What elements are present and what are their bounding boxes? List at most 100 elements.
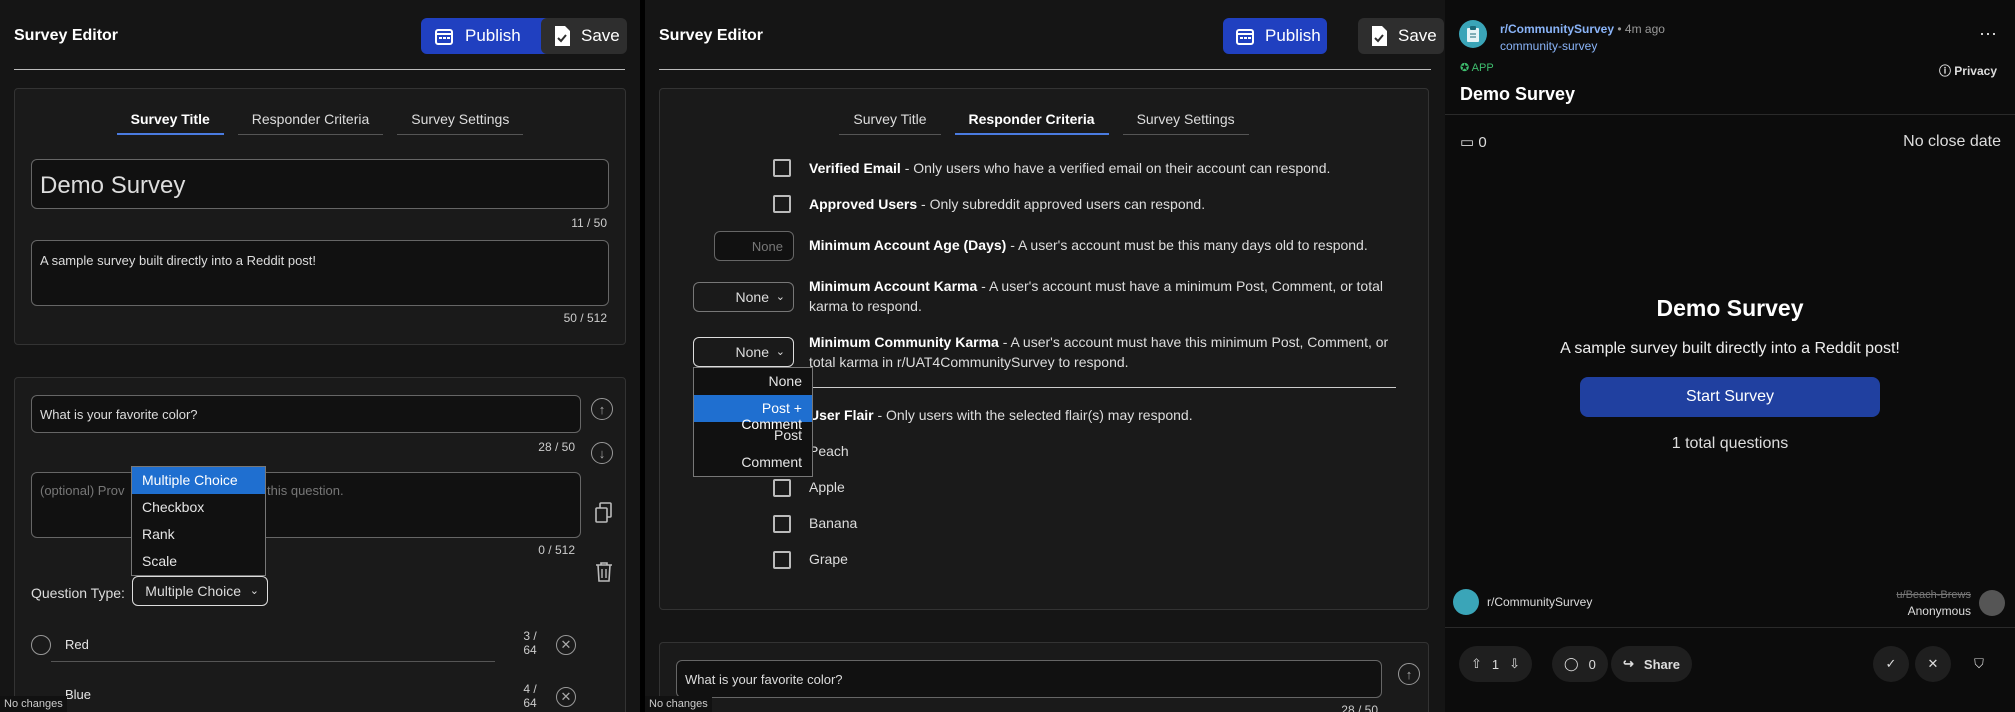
- save-button[interactable]: Save: [541, 18, 627, 54]
- dropdown-option-scale[interactable]: Scale: [132, 548, 265, 575]
- question-char-count: 28 / 50: [1341, 703, 1378, 712]
- question-text-input[interactable]: What is your favorite color?: [31, 395, 581, 433]
- question-type-select[interactable]: Multiple Choice ⌄: [132, 576, 268, 606]
- mod-shield-button[interactable]: ⛉: [1961, 646, 1997, 682]
- chevron-down-icon: ⌄: [775, 291, 785, 303]
- post-footer-divider: [1445, 627, 2015, 628]
- question-type-label: Question Type:: [31, 585, 125, 601]
- post-meta: r/CommunitySurvey • 4m ago: [1500, 22, 1665, 36]
- criteria-title: Approved Users: [809, 196, 918, 212]
- file-check-icon: [1370, 25, 1388, 47]
- survey-description-input[interactable]: A sample survey built directly into a Re…: [31, 240, 609, 306]
- save-button[interactable]: Save: [1358, 18, 1444, 54]
- app-badge-label: APP: [1471, 62, 1494, 74]
- checkmark-icon: ✓: [1885, 656, 1897, 671]
- option-input-red[interactable]: Red: [51, 628, 495, 662]
- trash-icon[interactable]: [593, 561, 615, 583]
- move-up-icon[interactable]: ↑: [1398, 663, 1420, 685]
- app-name-link[interactable]: community-survey: [1500, 39, 1597, 53]
- option-count-bottom: 64: [523, 643, 537, 657]
- criteria-text: - A user's account must be this many day…: [1006, 237, 1368, 253]
- comment-icon: ◯: [1564, 656, 1579, 671]
- question-description-placeholder-start: (optional) Prov: [40, 483, 125, 498]
- editor-title: Survey Editor: [659, 27, 764, 44]
- option-count-top: 4 /: [523, 682, 537, 696]
- criteria-divider: [809, 387, 1396, 388]
- dropdown-option-checkbox[interactable]: Checkbox: [132, 494, 265, 521]
- dropdown-option-post-comment[interactable]: Post + Comment: [694, 395, 812, 432]
- minimum-community-karma-select[interactable]: None ⌄: [693, 337, 794, 367]
- community-karma-dropdown: None Post + Comment Post Comment: [693, 367, 813, 477]
- privacy-link[interactable]: ⓘ Privacy: [1939, 62, 1997, 79]
- file-check-icon: [553, 25, 571, 47]
- remove-option-icon[interactable]: ✕: [556, 635, 576, 655]
- publish-label: Publish: [465, 26, 521, 45]
- minimum-account-karma-select[interactable]: None ⌄: [693, 282, 794, 312]
- subreddit-link[interactable]: r/CommunitySurvey: [1500, 22, 1614, 36]
- user-flair-description: User Flair - Only users with the selecte…: [809, 405, 1399, 425]
- flair-label-peach: Peach: [809, 443, 849, 459]
- approved-users-checkbox[interactable]: [773, 195, 791, 213]
- publish-button[interactable]: Publish: [1223, 18, 1327, 54]
- remove-button[interactable]: ✕: [1915, 646, 1951, 682]
- flair-checkbox-banana[interactable]: [773, 515, 791, 533]
- publish-label: Publish: [1265, 26, 1321, 45]
- survey-title-input[interactable]: Demo Survey: [31, 159, 609, 209]
- editor-header: Survey Editor Publish Save: [14, 18, 627, 54]
- verified-email-checkbox[interactable]: [773, 159, 791, 177]
- tab-survey-settings[interactable]: Survey Settings: [1122, 107, 1249, 135]
- downvote-icon[interactable]: ⇩: [1509, 656, 1520, 672]
- minimum-account-age-description: Minimum Account Age (Days) - A user's ac…: [809, 235, 1399, 255]
- select-value: None: [735, 344, 769, 360]
- footer-subreddit-avatar: [1453, 589, 1479, 615]
- flair-checkbox-apple[interactable]: [773, 479, 791, 497]
- remove-option-icon[interactable]: ✕: [556, 687, 576, 707]
- save-label: Save: [1398, 26, 1437, 45]
- dropdown-option-comment[interactable]: Comment: [694, 449, 812, 476]
- option-input-blue[interactable]: Blue: [51, 682, 495, 707]
- post-header-divider: [1445, 114, 2015, 115]
- chevron-down-icon: ⌄: [775, 346, 785, 358]
- option-radio-icon: [31, 635, 51, 655]
- move-down-icon[interactable]: ↓: [591, 442, 613, 464]
- question-description-input[interactable]: (optional) Prov this question.: [31, 472, 581, 538]
- more-options-icon[interactable]: ⋯: [1979, 24, 1997, 45]
- responder-criteria-card: Survey Title Responder Criteria Survey S…: [659, 88, 1429, 610]
- tab-survey-title[interactable]: Survey Title: [839, 107, 941, 135]
- dropdown-option-multiple-choice[interactable]: Multiple Choice: [132, 467, 265, 494]
- response-count: ▭ 0: [1460, 133, 1487, 151]
- dropdown-option-none[interactable]: None: [694, 368, 812, 395]
- share-label: Share: [1643, 656, 1681, 672]
- app-icon: ✪: [1460, 62, 1472, 74]
- status-indicator: No changes: [645, 696, 712, 712]
- minimum-account-age-input[interactable]: None: [714, 231, 794, 261]
- move-up-icon[interactable]: ↑: [591, 398, 613, 420]
- criteria-title: Verified Email: [809, 160, 901, 176]
- start-survey-button[interactable]: Start Survey: [1580, 377, 1880, 417]
- tab-survey-settings[interactable]: Survey Settings: [397, 107, 524, 135]
- flair-checkbox-grape[interactable]: [773, 551, 791, 569]
- survey-description: A sample survey built directly into a Re…: [1560, 340, 1900, 357]
- copy-icon[interactable]: [593, 502, 615, 524]
- approve-button[interactable]: ✓: [1873, 646, 1909, 682]
- dropdown-option-rank[interactable]: Rank: [132, 521, 265, 548]
- footer-subreddit[interactable]: r/CommunitySurvey: [1487, 595, 1592, 609]
- tab-survey-title[interactable]: Survey Title: [116, 107, 224, 135]
- editor-title: Survey Editor: [14, 27, 119, 44]
- tab-responder-criteria[interactable]: Responder Criteria: [237, 107, 384, 135]
- tab-responder-criteria[interactable]: Responder Criteria: [954, 107, 1109, 135]
- criteria-text: - Only users with the selected flair(s) …: [873, 407, 1193, 423]
- survey-title: Demo Survey: [1656, 295, 1804, 321]
- share-button[interactable]: ↪ Share: [1611, 646, 1693, 682]
- vote-controls: ⇧ 1 ⇩: [1459, 646, 1533, 682]
- flair-label-banana: Banana: [809, 515, 858, 531]
- comments-button[interactable]: ◯ 0: [1552, 646, 1608, 682]
- post-title: Demo Survey: [1460, 84, 1576, 104]
- close-date: No close date: [1903, 133, 2001, 150]
- app-badge: ✪ APP: [1460, 61, 1494, 74]
- footer-username: u/Beach-Brews: [1896, 589, 1971, 601]
- question-text-input[interactable]: What is your favorite color?: [676, 660, 1382, 698]
- upvote-icon[interactable]: ⇧: [1471, 656, 1482, 672]
- comment-count: 0: [1588, 656, 1596, 672]
- option-char-count-red: 3 /64: [515, 629, 545, 657]
